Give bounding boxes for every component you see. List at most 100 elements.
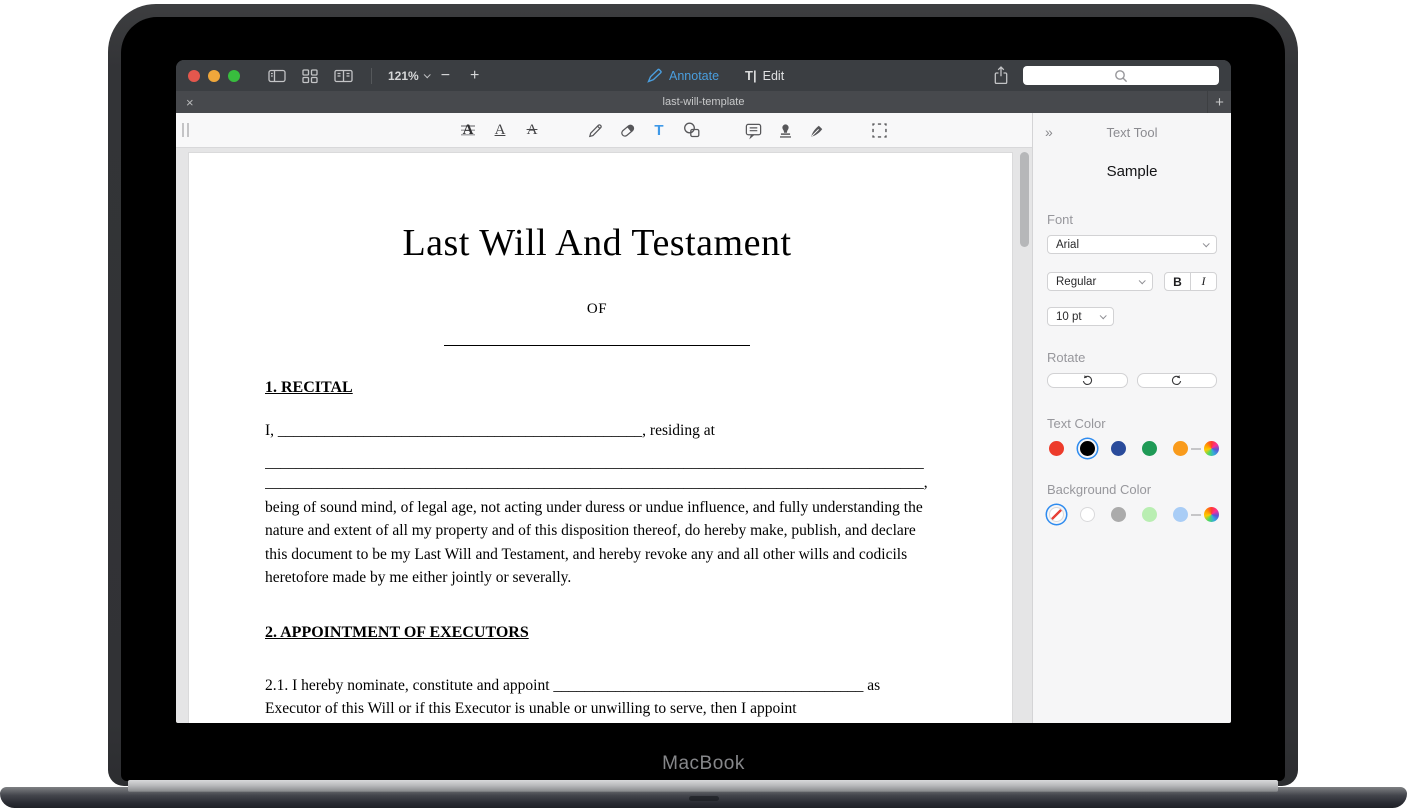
zoom-in-button[interactable]: + xyxy=(462,67,487,85)
zoom-controls: 121% − + xyxy=(388,67,487,85)
content-area: A A A xyxy=(176,113,1231,723)
rotate-buttons xyxy=(1047,373,1217,388)
annotate-pen-icon xyxy=(646,67,663,84)
text-tool-icon[interactable]: T xyxy=(643,117,675,143)
chevron-down-icon xyxy=(1100,312,1107,319)
tab-title[interactable]: last-will-template xyxy=(176,96,1231,108)
annotation-toolbar: A A A xyxy=(176,113,1032,148)
bg-color-wheel-swatch[interactable] xyxy=(1204,507,1219,522)
text-color-blue-swatch[interactable] xyxy=(1111,441,1126,456)
two-page-view-icon[interactable] xyxy=(334,68,353,84)
rotate-section-label: Rotate xyxy=(1047,350,1217,365)
edit-label: Edit xyxy=(763,69,785,83)
annotate-label: Annotate xyxy=(669,69,719,83)
traffic-light-close-button[interactable] xyxy=(188,70,200,82)
chevron-down-icon xyxy=(423,71,430,78)
toolbar-right xyxy=(993,66,1219,85)
rotate-clockwise-button[interactable] xyxy=(1137,373,1218,388)
background-color-label: Background Color xyxy=(1047,482,1217,497)
bold-button[interactable]: B xyxy=(1165,273,1191,290)
text-color-green-swatch[interactable] xyxy=(1142,441,1157,456)
font-section-label: Font xyxy=(1047,212,1217,227)
swatch-dash-separator xyxy=(1188,514,1204,516)
shapes-icon[interactable] xyxy=(675,117,707,143)
view-controls xyxy=(268,68,353,84)
highlight-icon[interactable]: A xyxy=(452,117,484,143)
vertical-scrollbar-thumb[interactable] xyxy=(1020,152,1029,247)
bg-color-green-swatch[interactable] xyxy=(1142,507,1157,522)
top-toolbar: 121% − + Annotate T| Edit xyxy=(176,60,1231,91)
mode-tabs: Annotate T| Edit xyxy=(646,60,784,91)
background-color-swatches xyxy=(1047,507,1217,522)
chevron-down-icon xyxy=(1203,240,1210,247)
macbook-lid-notch xyxy=(689,796,719,801)
app-window: 121% − + Annotate T| Edit xyxy=(176,60,1231,723)
search-input[interactable] xyxy=(1023,66,1219,85)
italic-button[interactable]: I xyxy=(1191,273,1216,290)
bold-italic-group: B I xyxy=(1164,272,1217,291)
font-family-value: Arial xyxy=(1056,239,1079,251)
tab-annotate[interactable]: Annotate xyxy=(646,67,719,84)
collapse-panel-icon[interactable]: » xyxy=(1045,124,1053,140)
bg-color-none-swatch[interactable] xyxy=(1049,507,1064,522)
document-title: Last Will And Testament xyxy=(265,223,929,265)
text-color-swatches xyxy=(1047,441,1217,456)
traffic-light-zoom-button[interactable] xyxy=(228,70,240,82)
swatch-dash-separator xyxy=(1188,448,1204,450)
font-style-select[interactable]: Regular xyxy=(1047,272,1153,291)
blank-line: ________________________________________… xyxy=(265,473,929,493)
tab-bar: × last-will-template + xyxy=(176,91,1231,113)
text-color-wheel-swatch[interactable] xyxy=(1204,441,1219,456)
thumbnails-view-icon[interactable] xyxy=(302,68,318,84)
text-color-black-swatch[interactable] xyxy=(1080,441,1095,456)
chevron-down-icon xyxy=(1139,277,1146,284)
sidebar-toggle-icon[interactable] xyxy=(268,68,286,84)
eraser-icon[interactable] xyxy=(611,117,643,143)
text-color-orange-swatch[interactable] xyxy=(1173,441,1188,456)
underline-icon[interactable]: A xyxy=(484,117,516,143)
rotate-cw-icon xyxy=(1170,374,1183,387)
recital-intro-line: I, _____________________________________… xyxy=(265,422,929,440)
rotate-counterclockwise-button[interactable] xyxy=(1047,373,1128,388)
document-viewport: Last Will And Testament OF 1. RECITAL I,… xyxy=(176,148,1032,723)
zoom-out-button[interactable]: − xyxy=(433,67,458,85)
zoom-level-value: 121% xyxy=(388,69,419,83)
toolbar-drag-handle[interactable] xyxy=(182,123,189,137)
bg-color-gray-swatch[interactable] xyxy=(1111,507,1126,522)
select-icon[interactable] xyxy=(863,117,895,143)
font-sample-preview: Sample xyxy=(1047,163,1217,180)
macbook-brand-label: MacBook xyxy=(0,753,1407,775)
bg-color-blue-swatch[interactable] xyxy=(1173,507,1188,522)
pencil-icon[interactable] xyxy=(579,117,611,143)
traffic-light-minimize-button[interactable] xyxy=(208,70,220,82)
document-of-label: OF xyxy=(265,301,929,318)
tab-edit[interactable]: T| Edit xyxy=(745,68,784,83)
recital-heading: 1. RECITAL xyxy=(265,379,929,397)
zoom-level-dropdown[interactable]: 121% xyxy=(388,69,429,83)
stamp-icon[interactable] xyxy=(769,117,801,143)
bg-color-white-swatch[interactable] xyxy=(1080,507,1095,522)
name-blank-rule xyxy=(444,345,750,346)
blank-line: ________________________________________… xyxy=(265,453,929,473)
note-icon[interactable] xyxy=(737,117,769,143)
screenshot-stage: 121% − + Annotate T| Edit xyxy=(0,0,1407,809)
panel-header: » Text Tool xyxy=(1047,125,1217,141)
toolbar-separator xyxy=(371,68,372,84)
text-color-red-swatch[interactable] xyxy=(1049,441,1064,456)
document-page[interactable]: Last Will And Testament OF 1. RECITAL I,… xyxy=(188,152,1013,723)
executors-heading: 2. APPOINTMENT OF EXECUTORS xyxy=(265,624,929,642)
panel-title: Text Tool xyxy=(1047,125,1217,140)
rotate-ccw-icon xyxy=(1081,374,1094,387)
signature-pen-icon[interactable] xyxy=(801,117,833,143)
macbook-hinge xyxy=(128,780,1278,792)
font-size-value: 10 pt xyxy=(1056,311,1082,323)
share-icon[interactable] xyxy=(993,66,1009,85)
document-pane: A A A xyxy=(176,113,1032,723)
edit-text-icon: T| xyxy=(745,68,757,83)
font-style-row: Regular B I xyxy=(1047,272,1217,291)
new-tab-button[interactable]: + xyxy=(1207,91,1231,113)
strikethrough-icon[interactable]: A xyxy=(516,117,548,143)
font-size-select[interactable]: 10 pt xyxy=(1047,307,1114,326)
font-style-value: Regular xyxy=(1056,276,1096,288)
font-family-select[interactable]: Arial xyxy=(1047,235,1217,254)
